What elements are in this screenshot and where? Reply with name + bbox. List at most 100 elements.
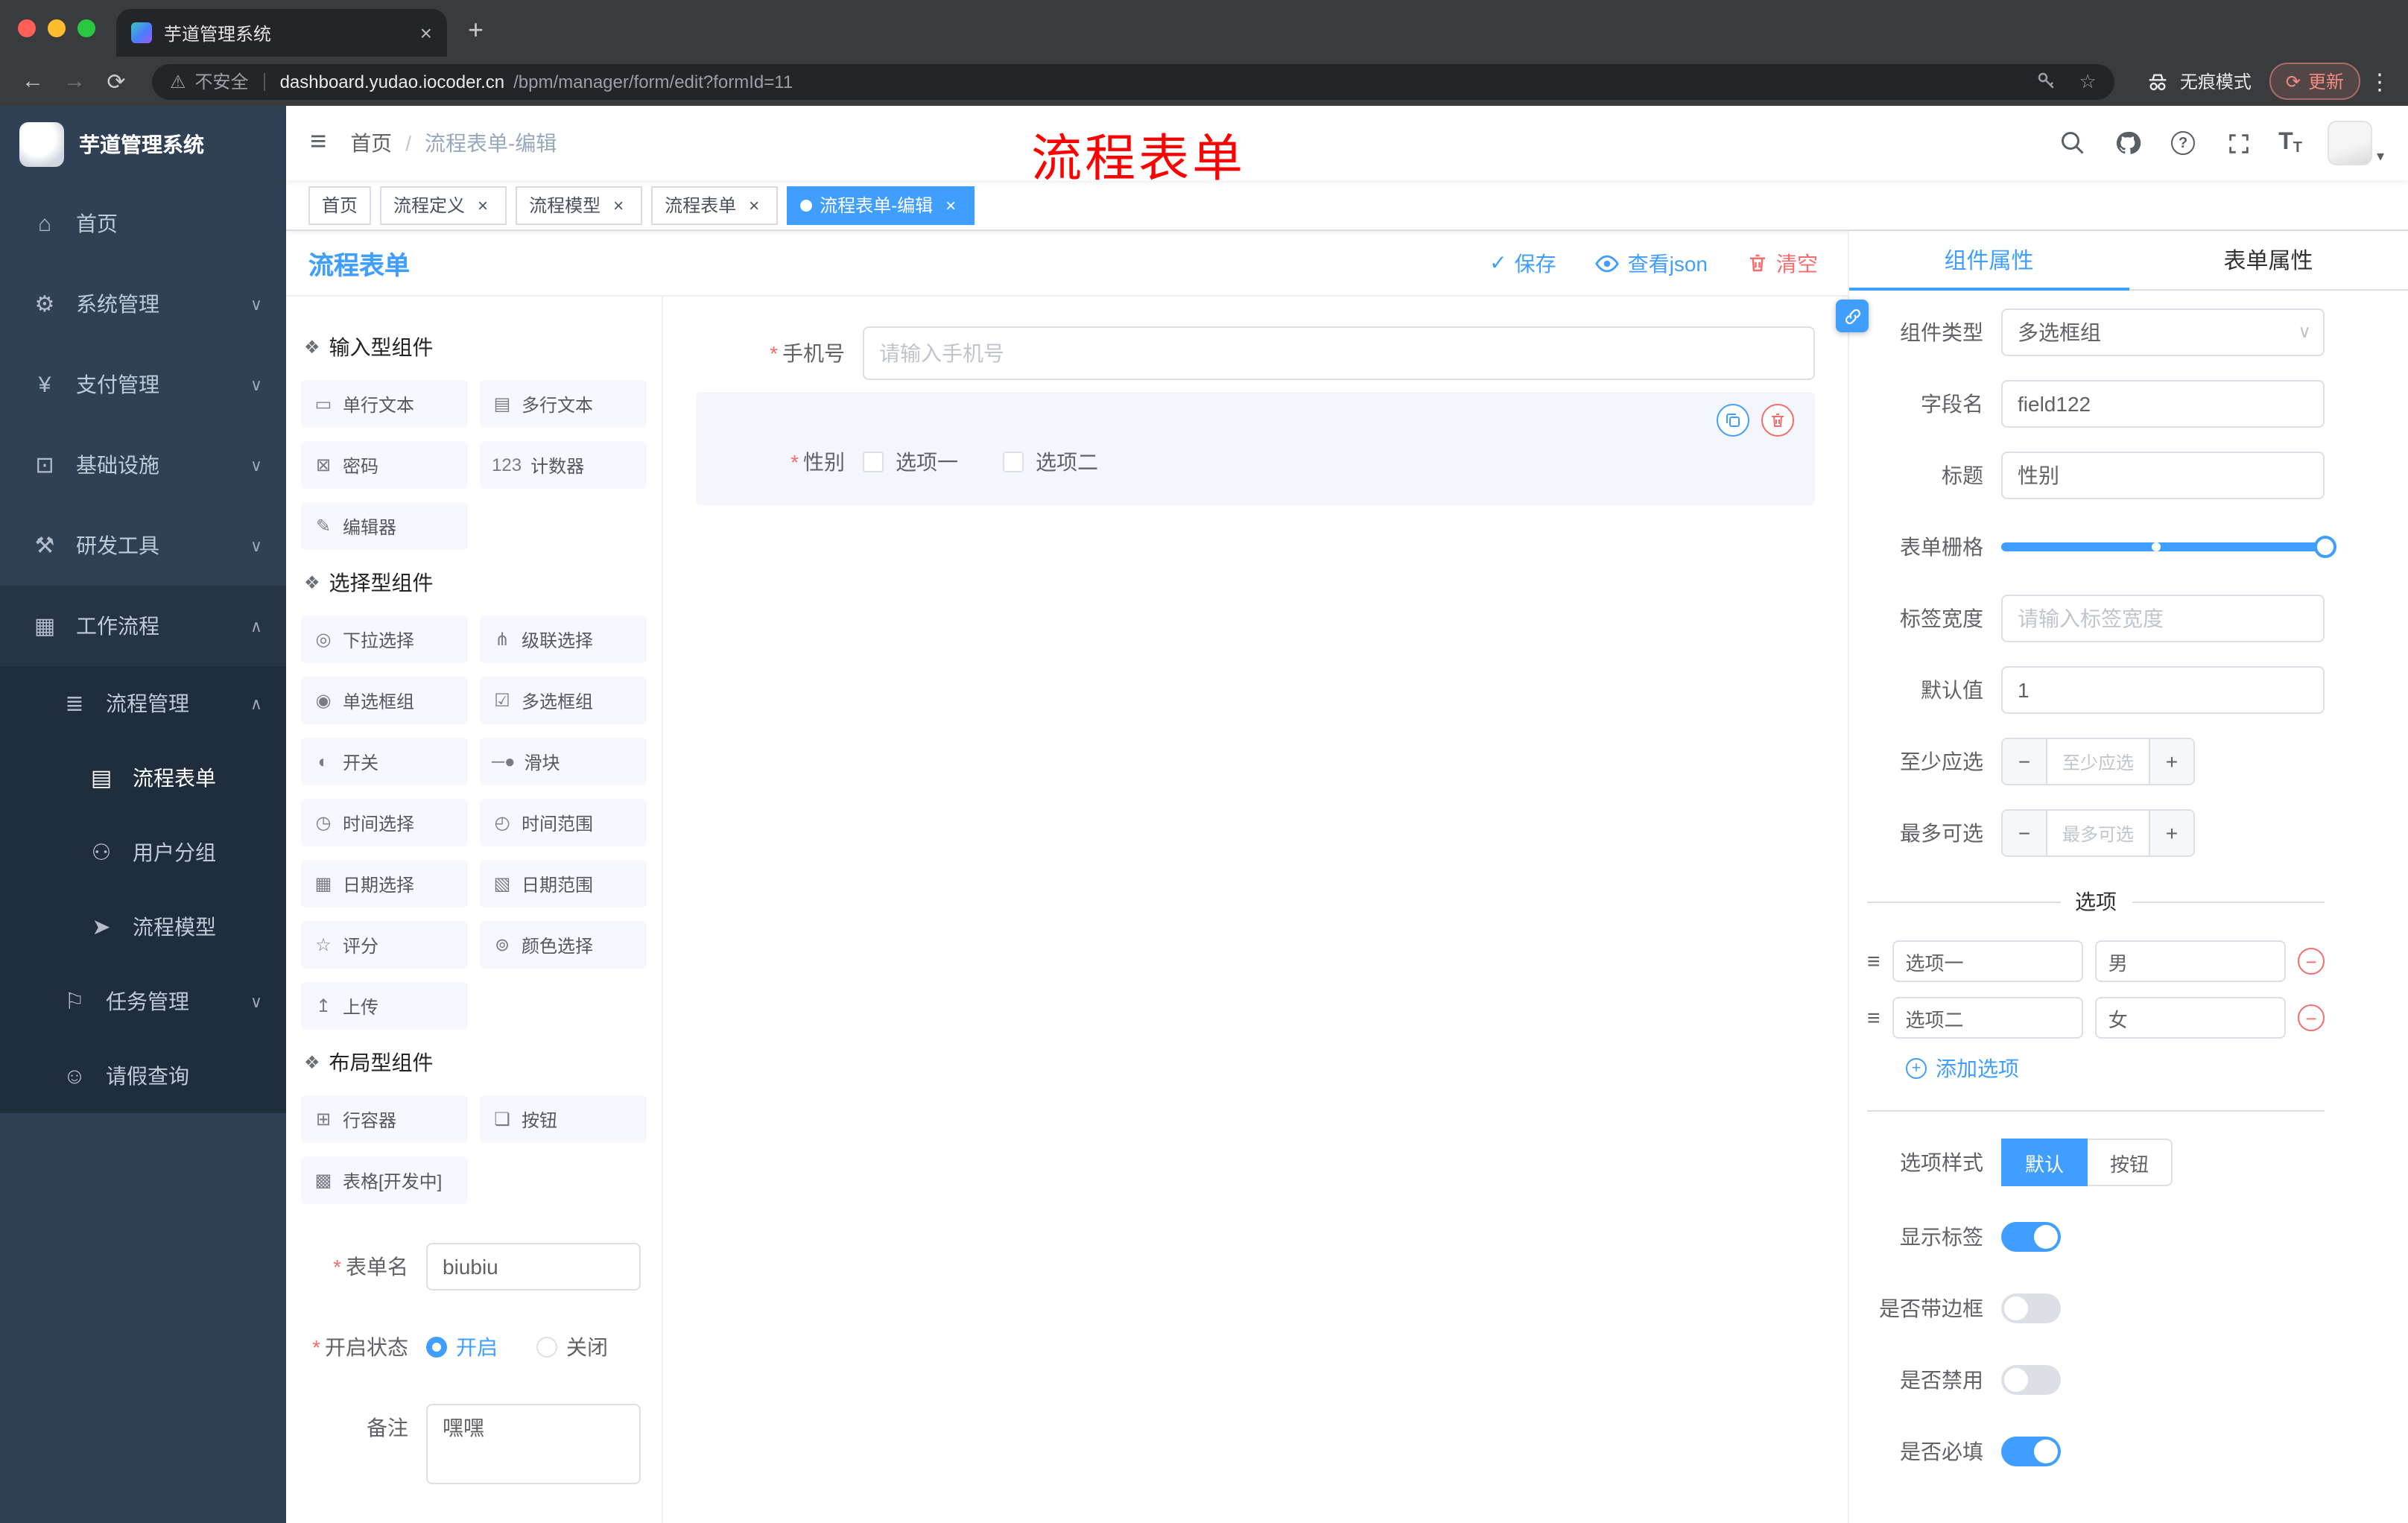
bookmark-star-icon[interactable]: ☆: [2079, 69, 2097, 93]
back-icon[interactable]: ←: [15, 69, 51, 94]
form-item-gender[interactable]: * 性别 选项一 选项二: [696, 392, 1815, 505]
option-label-input[interactable]: [1892, 997, 2083, 1039]
tab-close-icon[interactable]: ×: [420, 21, 432, 45]
sidebar-menu-item[interactable]: ⚙ 系统管理 ∨: [0, 264, 286, 344]
tab-form-props[interactable]: 表单属性: [2129, 231, 2408, 289]
checkbox-box[interactable]: [863, 452, 884, 472]
new-tab-button[interactable]: +: [468, 15, 484, 46]
status-radio-off[interactable]: 关闭: [536, 1332, 608, 1362]
tag-close-icon[interactable]: ×: [940, 194, 961, 215]
sidebar-menu-item[interactable]: ➤ 流程模型: [0, 890, 286, 964]
github-icon[interactable]: [2113, 128, 2143, 158]
component-library-item[interactable]: ☑ 多选框组: [480, 677, 647, 724]
toggle-switch[interactable]: [2001, 1365, 2061, 1395]
link-icon[interactable]: [1836, 300, 1869, 332]
field-name-input[interactable]: [2001, 380, 2325, 428]
component-type-select[interactable]: [2001, 308, 2325, 356]
checkbox-box[interactable]: [1003, 452, 1024, 472]
phone-input[interactable]: [863, 326, 1815, 380]
grid-slider[interactable]: [2001, 523, 2336, 571]
component-library-item[interactable]: ▦ 日期选择: [301, 860, 468, 908]
checkbox-option[interactable]: 选项一: [863, 447, 958, 477]
stepper-minus-button[interactable]: −: [2003, 811, 2047, 855]
tag-close-icon[interactable]: ×: [608, 194, 629, 215]
component-library-item[interactable]: ↥ 上传: [301, 982, 468, 1030]
remove-option-button[interactable]: −: [2298, 1004, 2325, 1031]
component-library-item[interactable]: ▩ 表格[开发中]: [301, 1156, 468, 1204]
reload-icon[interactable]: ⟳: [98, 68, 134, 95]
sidebar-menu-item[interactable]: ▤ 流程表单: [0, 741, 286, 815]
add-option-button[interactable]: + 添加选项: [1906, 1054, 2325, 1083]
form-name-input[interactable]: [426, 1243, 641, 1291]
browser-tab[interactable]: 芋道管理系统 ×: [116, 9, 447, 57]
page-tag[interactable]: 首页: [308, 186, 372, 224]
forward-icon[interactable]: →: [57, 69, 92, 94]
status-radio-on[interactable]: 开启: [426, 1332, 498, 1362]
component-library-item[interactable]: ─● 滑块: [480, 738, 647, 785]
window-zoom-button[interactable]: [77, 19, 95, 37]
help-icon[interactable]: ?: [2168, 128, 2198, 158]
browser-menu-icon[interactable]: ⋮: [2366, 68, 2393, 95]
hamburger-icon[interactable]: ≡: [310, 127, 326, 159]
option-style-button[interactable]: 默认: [2001, 1139, 2088, 1186]
user-avatar[interactable]: ▾: [2327, 121, 2384, 165]
component-library-item[interactable]: ▤ 多行文本: [480, 380, 647, 428]
font-size-icon[interactable]: TT: [2278, 130, 2302, 156]
form-item-phone[interactable]: * 手机号: [696, 326, 1815, 380]
page-tag[interactable]: 流程表单 ×: [651, 186, 779, 224]
search-icon[interactable]: [2058, 128, 2088, 158]
clear-button[interactable]: 清空: [1746, 248, 1818, 278]
component-library-item[interactable]: ☆ 评分: [301, 921, 468, 969]
component-library-item[interactable]: ✎ 编辑器: [301, 502, 468, 550]
slider-handle[interactable]: [2314, 536, 2336, 558]
toggle-switch[interactable]: [2001, 1294, 2061, 1323]
component-library-item[interactable]: ⊚ 颜色选择: [480, 921, 647, 969]
form-remark-textarea[interactable]: 嘿嘿: [426, 1404, 641, 1484]
address-bar[interactable]: ⚠ 不安全 dashboard.yudao.iocoder.cn /bpm/ma…: [152, 63, 2114, 99]
sidebar-menu-item[interactable]: ⚐ 任务管理 ∨: [0, 964, 286, 1039]
browser-update-button[interactable]: ⟳ 更新: [2269, 63, 2360, 100]
tab-component-props[interactable]: 组件属性: [1849, 231, 2129, 291]
default-value-input[interactable]: [2001, 666, 2325, 714]
component-library-item[interactable]: ▭ 单行文本: [301, 380, 468, 428]
sidebar-menu-item[interactable]: ⚇ 用户分组: [0, 815, 286, 890]
drag-handle-icon[interactable]: ≡: [1867, 949, 1881, 974]
checkbox-option[interactable]: 选项二: [1003, 447, 1098, 477]
component-library-item[interactable]: ▧ 日期范围: [480, 860, 647, 908]
view-json-button[interactable]: 查看json: [1595, 248, 1708, 278]
component-library-item[interactable]: ⋔ 级联选择: [480, 615, 647, 663]
sidebar-menu-item[interactable]: ¥ 支付管理 ∨: [0, 344, 286, 425]
component-library-item[interactable]: 123 计数器: [480, 441, 647, 489]
sidebar-menu-item[interactable]: ⌂ 首页: [0, 183, 286, 264]
window-minimize-button[interactable]: [48, 19, 66, 37]
component-library-item[interactable]: ⊠ 密码: [301, 441, 468, 489]
breadcrumb-home[interactable]: 首页: [350, 128, 392, 158]
page-tag[interactable]: 流程定义 ×: [380, 186, 507, 224]
delete-item-button[interactable]: [1761, 404, 1794, 437]
key-icon[interactable]: [2032, 66, 2062, 96]
component-library-item[interactable]: ◐ 开关: [301, 738, 468, 785]
sidebar-menu-item[interactable]: ☺ 请假查询: [0, 1039, 286, 1113]
stepper-minus-button[interactable]: −: [2003, 739, 2047, 784]
sidebar-menu-item[interactable]: ⚒ 研发工具 ∨: [0, 505, 286, 586]
component-library-item[interactable]: ◷ 时间选择: [301, 799, 468, 846]
drag-handle-icon[interactable]: ≡: [1867, 1005, 1881, 1030]
window-close-button[interactable]: [18, 19, 36, 37]
component-library-item[interactable]: ◉ 单选框组: [301, 677, 468, 724]
tag-close-icon[interactable]: ×: [744, 194, 764, 215]
option-value-input[interactable]: [2094, 940, 2287, 982]
toggle-switch[interactable]: [2001, 1222, 2061, 1252]
min-select-value[interactable]: 至少应选: [2047, 739, 2149, 784]
tag-close-icon[interactable]: ×: [472, 194, 493, 215]
title-input[interactable]: [2001, 452, 2325, 499]
remove-option-button[interactable]: −: [2298, 948, 2325, 975]
sidebar-menu-item[interactable]: ⊡ 基础设施 ∨: [0, 425, 286, 505]
fullscreen-icon[interactable]: [2223, 128, 2253, 158]
copy-item-button[interactable]: [1717, 404, 1749, 437]
sidebar-menu-item[interactable]: ▦ 工作流程 ∧: [0, 586, 286, 666]
sidebar-menu-item[interactable]: ≣ 流程管理 ∧: [0, 666, 286, 741]
option-style-button[interactable]: 按钮: [2088, 1139, 2173, 1186]
page-tag[interactable]: 流程表单-编辑 ×: [787, 186, 975, 224]
component-library-item[interactable]: ❏ 按钮: [480, 1095, 647, 1143]
component-library-item[interactable]: ◎ 下拉选择: [301, 615, 468, 663]
